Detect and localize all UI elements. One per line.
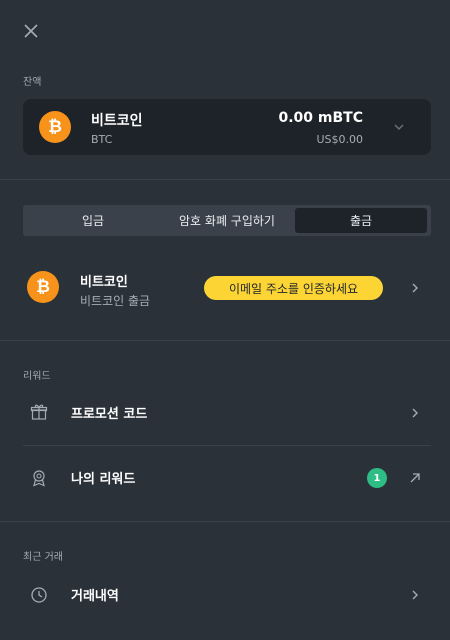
chevron-right-icon[interactable] <box>408 281 422 295</box>
bitcoin-icon: ₿ <box>39 111 71 143</box>
verify-email-button[interactable]: 이메일 주소를 인증하세요 <box>204 276 383 300</box>
row-divider <box>23 445 431 446</box>
clock-icon <box>31 587 47 603</box>
transaction-history-label: 거래내역 <box>71 589 119 604</box>
chevron-right-icon[interactable] <box>408 588 422 602</box>
recent-section-label: 최근 거래 <box>23 552 63 563</box>
rewards-section-label: 리워드 <box>23 371 51 382</box>
rewards-count-badge: 1 <box>367 468 387 488</box>
section-divider <box>0 521 450 522</box>
tab-withdraw[interactable]: 출금 <box>295 208 427 233</box>
close-button[interactable] <box>19 19 43 43</box>
chevron-down-icon[interactable] <box>391 119 407 135</box>
chevron-right-icon[interactable] <box>408 406 422 420</box>
close-icon <box>24 24 38 38</box>
withdraw-subtitle: 비트코인 출금 <box>80 294 151 308</box>
balance-coin-code: BTC <box>91 133 113 146</box>
balance-amount: 0.00 mBTC <box>278 110 364 126</box>
balance-coin-name: 비트코인 <box>91 113 143 129</box>
tab-deposit[interactable]: 입금 <box>26 208 160 233</box>
balance-section-label: 잔액 <box>23 77 42 88</box>
award-icon <box>33 470 45 487</box>
withdraw-coin-name: 비트코인 <box>80 275 128 290</box>
gift-icon <box>30 404 48 420</box>
bitcoin-icon: ₿ <box>27 271 59 303</box>
balance-usd-value: US$0.00 <box>316 133 363 146</box>
section-divider <box>0 340 450 341</box>
transaction-tabs: 입금 암호 화폐 구입하기 출금 <box>23 205 431 236</box>
section-divider <box>0 179 450 180</box>
promo-code-label: 프로모션 코드 <box>71 407 148 422</box>
tab-buy-crypto[interactable]: 암호 화폐 구입하기 <box>160 208 294 233</box>
my-rewards-label: 나의 리워드 <box>71 472 136 487</box>
arrow-up-right-icon[interactable] <box>408 471 422 485</box>
balance-card[interactable]: ₿ 비트코인 BTC 0.00 mBTC US$0.00 <box>23 99 431 155</box>
